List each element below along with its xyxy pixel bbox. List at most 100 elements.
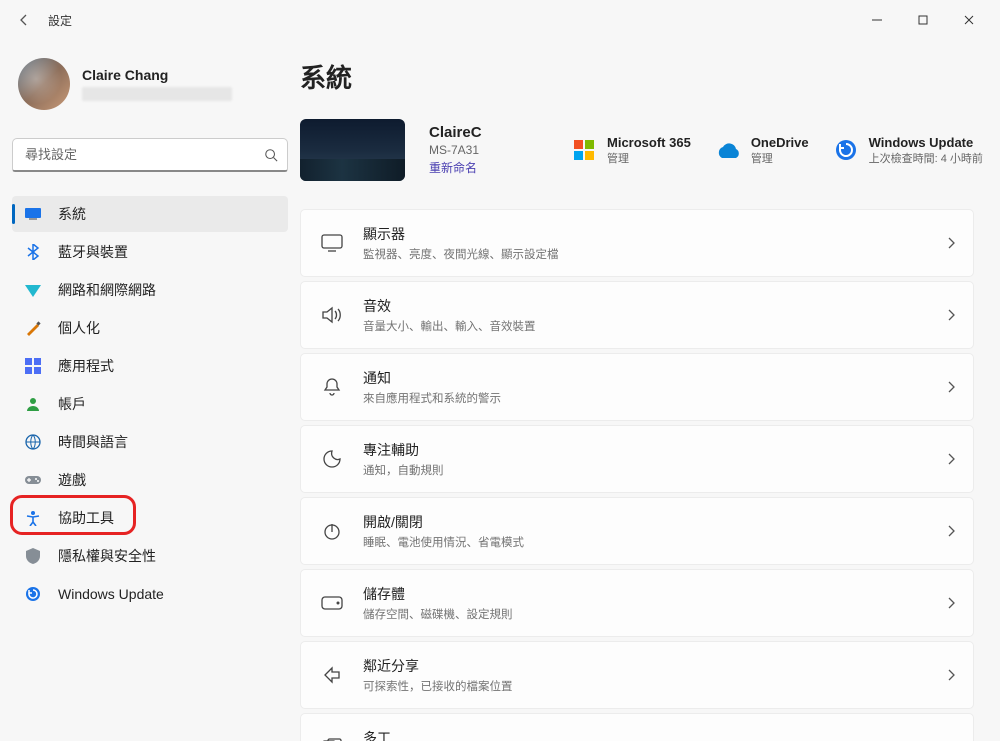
sidebar-item-accessibility[interactable]: 協助工具 [12, 500, 288, 536]
chevron-right-icon [947, 309, 955, 321]
settings-card-multitasking[interactable]: 多工貼齊視窗、桌面、工作切換 [300, 713, 974, 741]
sidebar-item-windows-update[interactable]: Windows Update [12, 576, 288, 612]
sidebar-item-system[interactable]: 系統 [12, 196, 288, 232]
card-title: 音效 [363, 296, 929, 316]
card-sub: 儲存空間、磁碟機、設定規則 [363, 606, 929, 622]
onedrive-icon [715, 137, 741, 163]
sidebar-item-bluetooth[interactable]: 藍牙與裝置 [12, 234, 288, 270]
chevron-right-icon [947, 525, 955, 537]
maximize-button[interactable] [900, 4, 946, 36]
sidebar-item-label: 時間與語言 [58, 432, 128, 452]
device-model: MS-7A31 [429, 143, 529, 157]
update-icon [833, 137, 859, 163]
top-link-onedrive[interactable]: OneDrive 管理 [715, 135, 809, 166]
sidebar-item-label: 帳戶 [58, 394, 86, 414]
back-arrow-icon [16, 12, 32, 28]
user-block[interactable]: Claire Chang [12, 50, 288, 124]
accounts-icon [24, 395, 42, 413]
chevron-right-icon [947, 381, 955, 393]
settings-card-nearby-sharing[interactable]: 鄰近分享可探索性，已接收的檔案位置 [300, 641, 974, 709]
top-link-title: Windows Update [869, 135, 983, 150]
card-sub: 睡眠、電池使用情況、省電模式 [363, 534, 929, 550]
card-sub: 音量大小、輸出、輸入、音效裝置 [363, 318, 929, 334]
card-sub: 監視器、亮度、夜間光線、顯示設定檔 [363, 246, 929, 262]
sidebar-item-personalization[interactable]: 個人化 [12, 310, 288, 346]
top-link-sub: 管理 [607, 150, 691, 166]
back-button[interactable] [8, 4, 40, 36]
minimize-icon [872, 15, 882, 25]
desktop-preview-thumb[interactable] [300, 119, 405, 181]
settings-card-sound[interactable]: 音效音量大小、輸出、輸入、音效裝置 [300, 281, 974, 349]
top-link-windows-update[interactable]: Windows Update 上次檢查時間: 4 小時前 [833, 135, 983, 166]
search-input[interactable] [12, 138, 288, 172]
display-icon [319, 230, 345, 256]
card-title: 開啟/關閉 [363, 512, 929, 532]
card-title: 儲存體 [363, 584, 929, 604]
settings-card-notifications[interactable]: 通知來自應用程式和系統的警示 [300, 353, 974, 421]
card-sub: 可探索性，已接收的檔案位置 [363, 678, 929, 694]
chevron-right-icon [947, 669, 955, 681]
card-title: 顯示器 [363, 224, 929, 244]
chevron-right-icon [947, 237, 955, 249]
top-link-title: Microsoft 365 [607, 135, 691, 150]
storage-icon [319, 590, 345, 616]
settings-card-focus-assist[interactable]: 專注輔助通知，自動規則 [300, 425, 974, 493]
sidebar-item-label: 遊戲 [58, 470, 86, 490]
personalization-icon [24, 319, 42, 337]
close-icon [964, 15, 974, 25]
sidebar-item-label: 個人化 [58, 318, 100, 338]
multitasking-icon [319, 734, 345, 741]
time-language-icon [24, 433, 42, 451]
sidebar-item-label: 應用程式 [58, 356, 114, 376]
card-title: 專注輔助 [363, 440, 929, 460]
top-link-title: OneDrive [751, 135, 809, 150]
gaming-icon [24, 471, 42, 489]
sidebar-item-label: 系統 [58, 204, 86, 224]
sidebar-item-privacy[interactable]: 隱私權與安全性 [12, 538, 288, 574]
sidebar-item-label: 隱私權與安全性 [58, 546, 156, 566]
sidebar-item-apps[interactable]: 應用程式 [12, 348, 288, 384]
sound-icon [319, 302, 345, 328]
card-sub: 通知，自動規則 [363, 462, 929, 478]
privacy-icon [24, 547, 42, 565]
rename-link[interactable]: 重新命名 [429, 159, 529, 176]
settings-card-storage[interactable]: 儲存體儲存空間、磁碟機、設定規則 [300, 569, 974, 637]
system-icon [24, 205, 42, 223]
page-title: 系統 [300, 58, 978, 95]
close-button[interactable] [946, 4, 992, 36]
nearby-sharing-icon [319, 662, 345, 688]
sidebar-item-network[interactable]: 網路和網際網路 [12, 272, 288, 308]
card-title: 鄰近分享 [363, 656, 929, 676]
settings-card-power[interactable]: 開啟/關閉睡眠、電池使用情況、省電模式 [300, 497, 974, 565]
focus-assist-icon [319, 446, 345, 472]
sidebar-item-label: 網路和網際網路 [58, 280, 156, 300]
power-icon [319, 518, 345, 544]
bluetooth-icon [24, 243, 42, 261]
user-email-blurred [82, 87, 232, 101]
apps-icon [24, 357, 42, 375]
sidebar-item-label: 藍牙與裝置 [58, 242, 128, 262]
sidebar-item-accounts[interactable]: 帳戶 [12, 386, 288, 422]
chevron-right-icon [947, 453, 955, 465]
card-title: 通知 [363, 368, 929, 388]
chevron-right-icon [947, 597, 955, 609]
card-title: 多工 [363, 728, 929, 741]
card-sub: 來自應用程式和系統的警示 [363, 390, 929, 406]
user-name: Claire Chang [82, 67, 232, 83]
microsoft365-icon [571, 137, 597, 163]
device-name: ClaireC [429, 124, 529, 141]
top-link-sub: 上次檢查時間: 4 小時前 [869, 150, 983, 166]
sidebar-item-time-language[interactable]: 時間與語言 [12, 424, 288, 460]
sidebar-item-gaming[interactable]: 遊戲 [12, 462, 288, 498]
minimize-button[interactable] [854, 4, 900, 36]
top-link-microsoft365[interactable]: Microsoft 365 管理 [571, 135, 691, 166]
settings-card-display[interactable]: 顯示器監視器、亮度、夜間光線、顯示設定檔 [300, 209, 974, 277]
maximize-icon [918, 15, 928, 25]
windows-update-icon [24, 585, 42, 603]
window-title: 設定 [48, 12, 72, 29]
sidebar-item-label: Windows Update [58, 586, 164, 602]
network-icon [24, 281, 42, 299]
notifications-icon [319, 374, 345, 400]
search-icon [264, 148, 278, 162]
accessibility-icon [24, 509, 42, 527]
